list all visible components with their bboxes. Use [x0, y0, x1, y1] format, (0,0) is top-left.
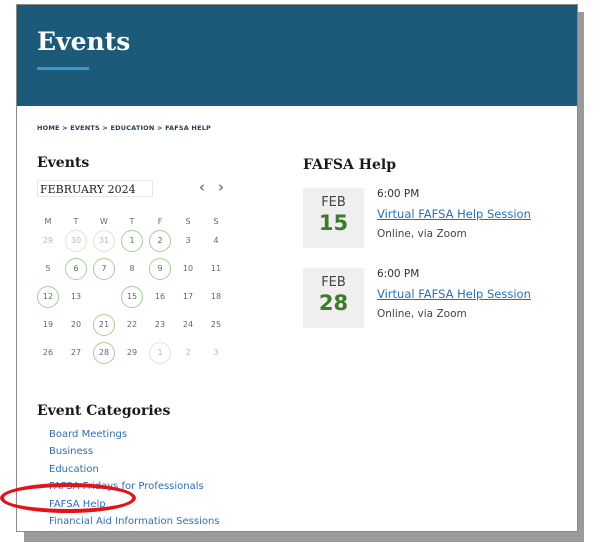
- date-tile: FEB 28: [303, 268, 364, 328]
- calendar-day[interactable]: 20: [65, 314, 87, 336]
- calendar-day[interactable]: 17: [177, 286, 199, 308]
- page-title: Events: [37, 27, 131, 56]
- calendar-day[interactable]: 31: [93, 230, 115, 252]
- calendar-day[interactable]: 4: [205, 230, 227, 252]
- calendar-day[interactable]: 28: [93, 342, 115, 364]
- category-link-business[interactable]: Business: [49, 446, 93, 457]
- calendar-day[interactable]: 30: [65, 230, 87, 252]
- calendar-day[interactable]: 12: [37, 286, 59, 308]
- date-month: FEB: [321, 275, 346, 290]
- calendar-day[interactable]: 19: [37, 314, 59, 336]
- chevron-right-icon[interactable]: ›: [218, 179, 224, 196]
- date-day: 15: [318, 211, 349, 235]
- date-tile: FEB 15: [303, 188, 364, 248]
- calendar-day[interactable]: 8: [121, 258, 143, 280]
- calendar-day[interactable]: 3: [177, 230, 199, 252]
- event-title-link[interactable]: Virtual FAFSA Help Session: [377, 287, 531, 301]
- calendar-day[interactable]: 5: [37, 258, 59, 280]
- calendar-day[interactable]: 29: [121, 342, 143, 364]
- calendar-day[interactable]: 10: [177, 258, 199, 280]
- date-day: 28: [318, 291, 349, 315]
- date-month: FEB: [321, 195, 346, 210]
- category-link-financial-aid-sessions[interactable]: Financial Aid Information Sessions: [49, 516, 220, 527]
- category-link-board-meetings[interactable]: Board Meetings: [49, 429, 127, 440]
- calendar-day[interactable]: 11: [205, 258, 227, 280]
- calendar-day[interactable]: 25: [205, 314, 227, 336]
- event-time: 6:00 PM: [377, 268, 420, 280]
- calendar-day[interactable]: 1: [149, 342, 171, 364]
- calendar-day[interactable]: 15: [121, 286, 143, 308]
- calendar-day[interactable]: 23: [149, 314, 171, 336]
- event-time: 6:00 PM: [377, 188, 420, 200]
- chevron-left-icon[interactable]: ‹: [199, 179, 205, 196]
- calendar-day[interactable]: 2: [177, 342, 199, 364]
- event-location: Online, via Zoom: [377, 308, 467, 320]
- calendar-day[interactable]: 21: [93, 314, 115, 336]
- calendar-day[interactable]: 22: [121, 314, 143, 336]
- breadcrumb[interactable]: HOME > EVENTS > EDUCATION > FAFSA HELP: [37, 124, 211, 132]
- page-frame: Events HOME > EVENTS > EDUCATION > FAFSA…: [16, 4, 578, 532]
- calendar-day[interactable]: 1: [121, 230, 143, 252]
- calendar-day[interactable]: 13: [65, 286, 87, 308]
- event-location: Online, via Zoom: [377, 228, 467, 240]
- calendar-day-today[interactable]: 14: [93, 286, 115, 308]
- event-title-link[interactable]: Virtual FAFSA Help Session: [377, 207, 531, 221]
- calendar-day[interactable]: 9: [149, 258, 171, 280]
- calendar-day[interactable]: 6: [65, 258, 87, 280]
- calendar-day[interactable]: 7: [93, 258, 115, 280]
- calendar-day[interactable]: 24: [177, 314, 199, 336]
- categories-heading: Event Categories: [37, 403, 171, 419]
- calendar-day[interactable]: 27: [65, 342, 87, 364]
- calendar-day[interactable]: 3: [205, 342, 227, 364]
- calendar-day[interactable]: 26: [37, 342, 59, 364]
- month-select[interactable]: FEBRUARY 2024: [37, 180, 153, 197]
- calendar-day[interactable]: 29: [37, 230, 59, 252]
- calendar-heading: Events: [37, 155, 90, 171]
- highlight-oval: [0, 483, 136, 513]
- calendar-day[interactable]: 18: [205, 286, 227, 308]
- page-header: Events: [17, 5, 577, 106]
- calendar-day[interactable]: 2: [149, 230, 171, 252]
- category-link-education[interactable]: Education: [49, 464, 99, 475]
- listing-heading: FAFSA Help: [303, 157, 397, 173]
- title-underline: [37, 67, 89, 70]
- calendar-day[interactable]: 16: [149, 286, 171, 308]
